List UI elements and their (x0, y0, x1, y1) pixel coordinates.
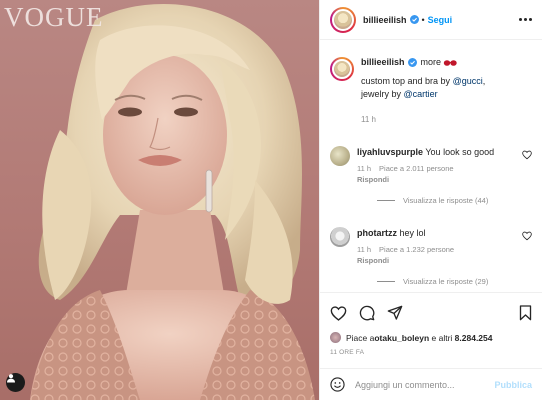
comment-item: liyahluvspurple You look so good 11 h Pi… (330, 146, 532, 205)
liker-avatar (330, 332, 341, 343)
more-options-icon[interactable] (519, 18, 532, 21)
view-replies-button[interactable]: Visualizza le risposte (44) (377, 196, 522, 205)
commenter-avatar[interactable] (330, 227, 350, 247)
action-bar (330, 301, 532, 325)
red-glasses-emoji-icon (443, 59, 457, 66)
comment-time[interactable]: 11 h (357, 164, 371, 173)
add-comment-bar: Pubblica (320, 368, 542, 400)
reply-button[interactable]: Rispondi (357, 256, 522, 265)
post-actions-section: Piace a otaku_boleyn e altri 8.284.254 1… (320, 292, 542, 356)
comment-text: hey lol (399, 228, 426, 238)
commenter-avatar[interactable] (330, 146, 350, 166)
comment-likes-count[interactable]: Piace a 2.011 persone (379, 164, 454, 173)
comment-like-heart-icon[interactable] (522, 150, 532, 160)
liker-username[interactable]: otaku_boleyn (374, 333, 429, 343)
comment-bubble-icon[interactable] (359, 305, 375, 321)
tagged-users-button[interactable] (6, 373, 25, 392)
likes-summary[interactable]: Piace a otaku_boleyn e altri 8.284.254 (330, 332, 532, 343)
comment-like-heart-icon[interactable] (522, 231, 532, 241)
post-header: billieeilish • Segui (320, 0, 542, 40)
separator-dot: • (421, 14, 425, 25)
vogue-logo: VOGUE (4, 2, 104, 32)
portrait-illustration (30, 4, 315, 400)
verified-badge-icon (409, 15, 419, 24)
view-replies-button[interactable]: Visualizza le risposte (29) (377, 277, 522, 286)
comment-likes-count[interactable]: Piace a 1.232 persone (379, 245, 454, 254)
post-timestamp[interactable]: 11 ORE FA (330, 349, 532, 356)
comment-item: photartzz hey lol 11 h Piace a 1.232 per… (330, 227, 532, 286)
caption-username[interactable]: billieeilish (361, 57, 405, 67)
share-paper-plane-icon[interactable] (387, 305, 403, 321)
post-photo[interactable]: VOGUE (0, 0, 319, 400)
user-icon (7, 374, 15, 383)
likes-count[interactable]: 8.284.254 (455, 333, 493, 343)
caption-time[interactable]: 11 h (361, 115, 532, 124)
comment-input[interactable] (355, 379, 495, 390)
verified-badge-icon (407, 57, 417, 67)
like-heart-icon[interactable] (330, 305, 347, 321)
reply-button[interactable]: Rispondi (357, 175, 522, 184)
save-bookmark-icon[interactable] (519, 305, 532, 321)
mention-cartier[interactable]: @cartier (404, 89, 438, 99)
emoji-icon[interactable] (330, 377, 345, 392)
mention-gucci[interactable]: @gucci (453, 76, 483, 86)
comment-time[interactable]: 11 h (357, 245, 371, 254)
post-side-panel: billieeilish • Segui billieeilish more c… (319, 0, 542, 400)
commenter-username[interactable]: liyahluvspurple (357, 147, 423, 157)
profile-avatar[interactable] (330, 6, 356, 33)
follow-button[interactable]: Segui (428, 15, 453, 25)
publish-button[interactable]: Pubblica (494, 380, 532, 390)
header-username[interactable]: billieeilish (363, 15, 407, 25)
caption-text: custom top and bra by @gucci, jewelry by… (361, 76, 486, 99)
caption-avatar[interactable] (330, 57, 354, 81)
instagram-post: VOGUE billieeilish • Segui billieeilish … (0, 0, 542, 400)
commenter-username[interactable]: photartzz (357, 228, 397, 238)
comment-text: You look so good (425, 147, 495, 157)
comments-list[interactable]: billieeilish more custom top and bra by (320, 41, 542, 291)
post-caption: billieeilish more custom top and bra by (330, 57, 532, 124)
caption-more-link[interactable]: more (421, 57, 442, 67)
